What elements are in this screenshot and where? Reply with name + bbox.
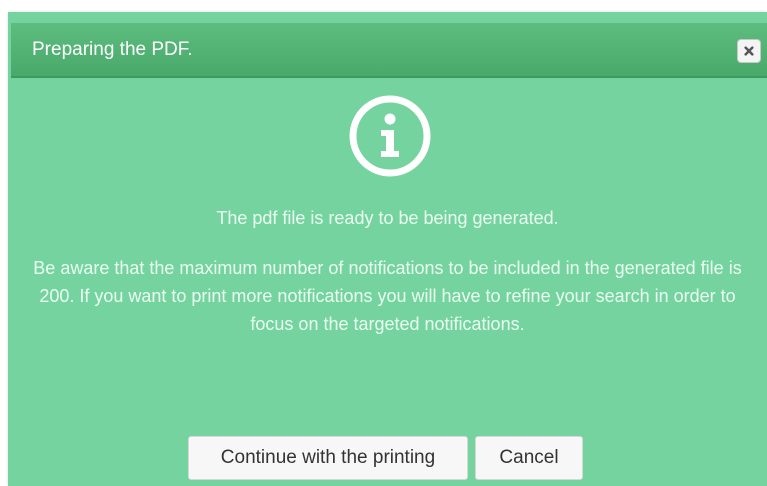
info-icon <box>349 95 431 177</box>
close-icon <box>744 46 754 56</box>
dialog-titlebar: Preparing the PDF. <box>11 23 767 78</box>
cancel-button[interactable]: Cancel <box>475 436 583 480</box>
warning-message-text: Be aware that the maximum number of noti… <box>33 258 742 334</box>
pdf-dialog: Preparing the PDF. The pdf file is ready… <box>8 12 767 486</box>
continue-printing-button[interactable]: Continue with the printing <box>188 436 468 480</box>
ready-message: The pdf file is ready to be being genera… <box>216 208 559 228</box>
warning-message: Be aware that the maximum number of noti… <box>8 254 767 338</box>
dialog-title: Preparing the PDF. <box>32 39 193 60</box>
close-button[interactable] <box>737 39 761 63</box>
